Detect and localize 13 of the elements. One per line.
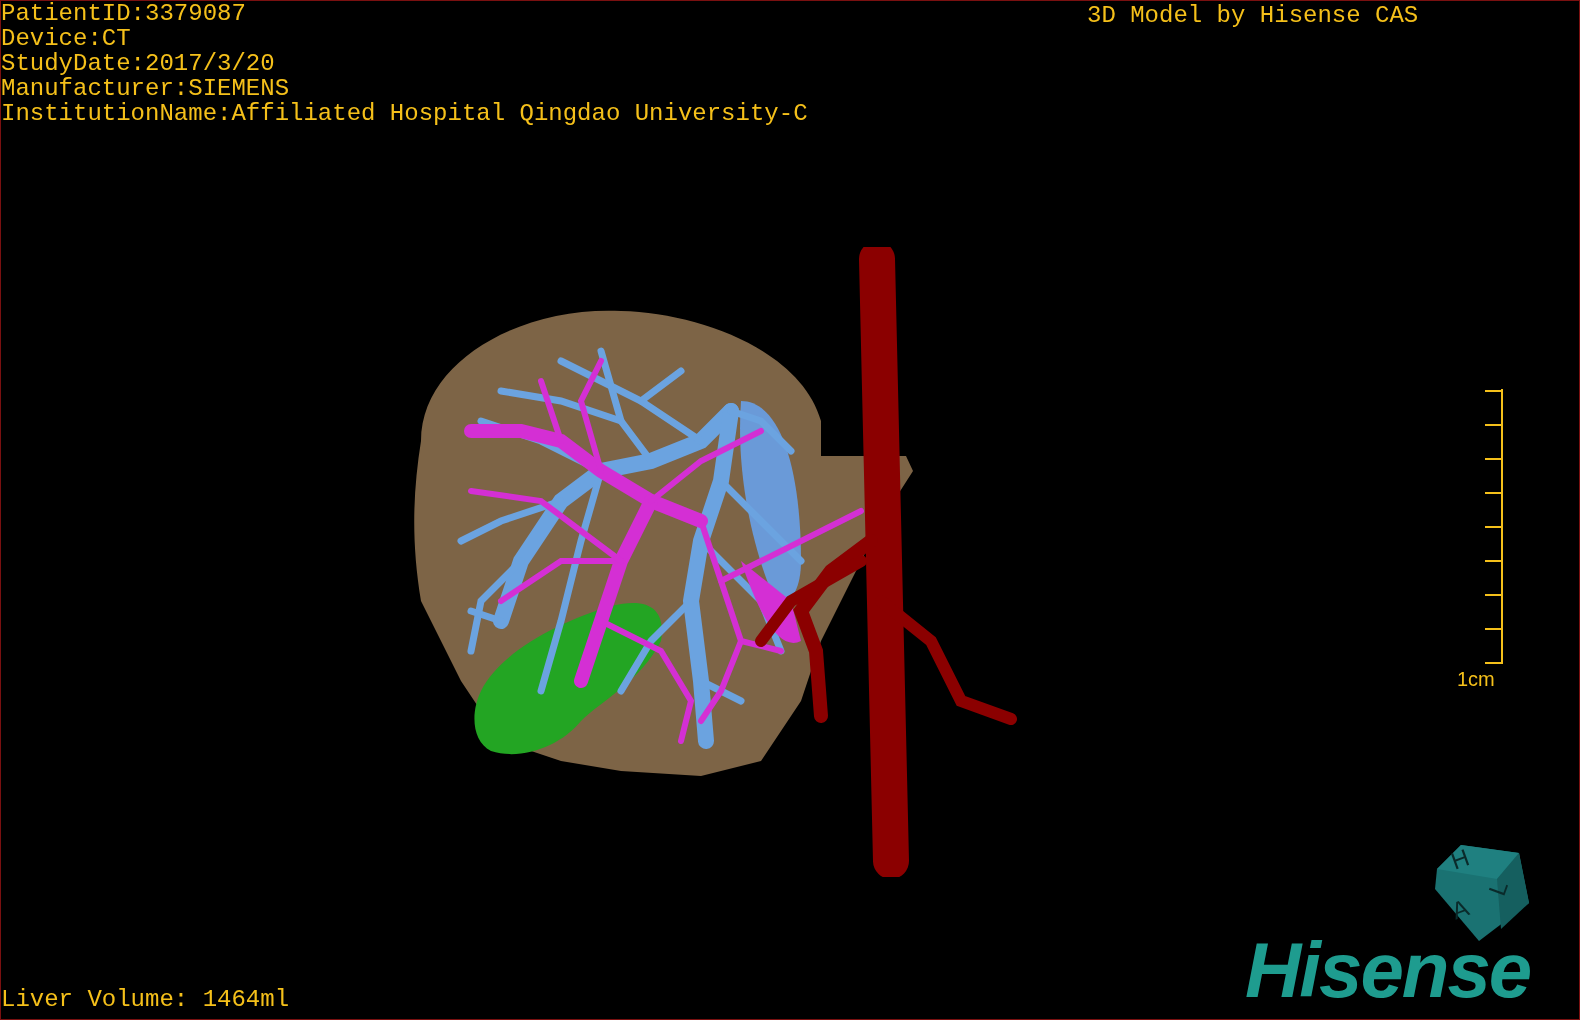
scale-bar-icon [1483,388,1505,666]
patient-info-text: PatientID:3379087 [1,1,246,26]
brand-logo: Hisense [1245,931,1531,1009]
scale-bar-label: 1cm [1457,668,1495,690]
patient-info-text: InstitutionName:Affiliated Hospital Qingdao University-C [1,101,808,126]
header-text: 3D Model by Hisense CAS [1087,3,1419,28]
patient-info-text: Device:CT [1,26,131,51]
cube-face-label: A [1447,893,1473,925]
patient-info-text: StudyDate:2017/3/20 [1,51,275,76]
cube-face-label: L [1483,877,1513,899]
patient-info-text: Manufacturer:SIEMENS [1,76,290,101]
liver-volume-text: Liver Volume: 1464ml [1,987,290,1012]
cube-face-label: H [1447,843,1473,875]
